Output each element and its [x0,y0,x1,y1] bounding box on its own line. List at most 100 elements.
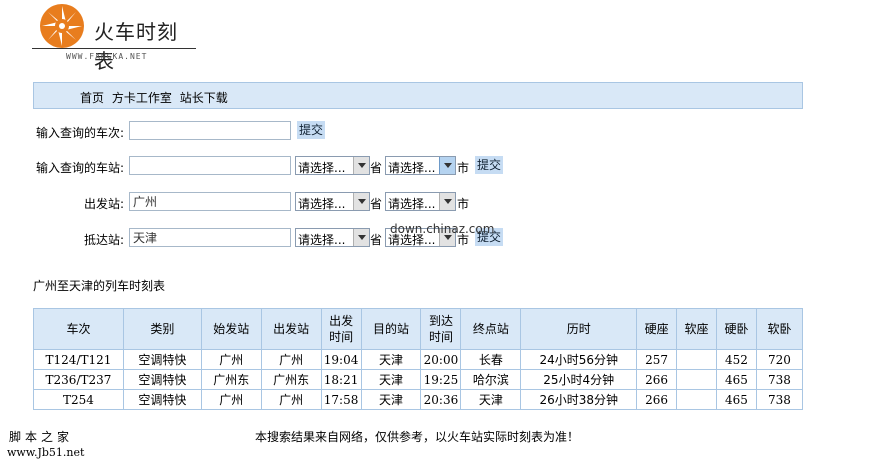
cell-depart-station: 广州 [260,349,322,370]
table-row: T236/T237 空调特快 广州东 广州东 18:21 天津 19:25 哈尔… [33,369,804,390]
corner-site-url[interactable]: www.Jb51.net [7,446,84,459]
arrive-station-input[interactable] [129,228,291,247]
corner-site-title: 脚本之家 [9,430,74,444]
cell-category: 空调特快 [122,349,202,370]
col-header-train-no: 车次 [33,308,124,350]
watermark-text: down.chinaz.com [390,222,495,236]
train-no-input[interactable] [129,121,291,140]
cell-duration: 26小时38分钟 [520,389,638,410]
train-no-label-wrap: 输入查询的车次: [0,121,124,141]
train-no-submit-button[interactable]: 提交 [297,121,326,139]
cell-destination: 天津 [360,389,422,410]
col-header-soft-sleeper: 软卧 [755,308,804,350]
depart-city-unit: 市 [457,197,470,211]
train-wheel-logo-icon [40,4,84,48]
col-header-duration: 历时 [520,308,638,350]
cell-depart-station: 广州东 [260,369,322,390]
col-header-hard-sleeper: 硬卧 [716,308,757,350]
logo-divider [32,48,196,49]
arrive-province-select[interactable]: 请选择... [295,228,370,247]
col-header-soft-seat: 软座 [676,308,717,350]
cell-arrive-time: 20:00 [420,349,462,370]
cell-soft-sleeper: 738 [755,369,804,390]
cell-terminus: 长春 [460,349,522,370]
station-city-unit: 市 [457,161,470,175]
col-header-origin: 始发站 [200,308,262,350]
arrive-label-wrap: 抵达站: [0,228,124,248]
cell-depart-station: 广州 [260,389,322,410]
cell-hard-sleeper: 465 [716,369,757,390]
cell-train-no: T254 [33,389,124,410]
nav-link-download[interactable]: 站长下载 [180,91,228,105]
cell-depart-time: 17:58 [320,389,362,410]
station-province-select-value: 请选择... [298,161,346,175]
chevron-down-icon [353,193,369,210]
col-header-depart-time: 出发 时间 [320,308,362,350]
station-province-unit: 省 [370,161,383,175]
cell-terminus: 哈尔滨 [460,369,522,390]
train-no-label: 输入查询的车次: [35,126,124,140]
cell-hard-sleeper: 452 [716,349,757,370]
cell-arrive-time: 20:36 [420,389,462,410]
cell-depart-time: 18:21 [320,369,362,390]
cell-origin: 广州 [200,349,262,370]
col-header-category: 类别 [122,308,202,350]
station-input[interactable] [129,156,291,175]
cell-hard-seat: 257 [636,349,678,370]
chevron-down-icon [353,157,369,174]
cell-terminus: 天津 [460,389,522,410]
cell-duration: 24小时56分钟 [520,349,638,370]
cell-arrive-time: 19:25 [420,369,462,390]
cell-hard-seat: 266 [636,389,678,410]
arrive-label: 抵达站: [83,233,124,247]
col-header-terminus: 终点站 [460,308,522,350]
cell-soft-sleeper: 720 [755,349,804,370]
depart-province-select[interactable]: 请选择... [295,192,370,211]
table-row: T124/T121 空调特快 广州 广州 19:04 天津 20:00 长春 2… [33,349,804,370]
col-header-destination: 目的站 [360,308,422,350]
station-province-select[interactable]: 请选择... [295,156,370,175]
station-city-select-value: 请选择... [388,161,436,175]
table-row: T254 空调特快 广州 广州 17:58 天津 20:36 天津 26小时38… [33,389,804,410]
cell-origin: 广州东 [200,369,262,390]
station-city-select[interactable]: 请选择... [385,156,456,175]
cell-soft-seat [676,389,717,410]
results-title: 广州至天津的列车时刻表 [33,279,166,293]
depart-province-unit: 省 [370,197,383,211]
cell-soft-seat [676,349,717,370]
arrive-province-unit: 省 [370,233,383,247]
col-header-arrive-time: 到达 时间 [420,308,462,350]
logo-title: 火车时刻表 [94,20,178,73]
nav-link-home[interactable]: 首页 [80,91,104,105]
chevron-down-icon [353,229,369,246]
nav-bar: 首页 方卡工作室 站长下载 [33,82,803,109]
cell-train-no: T124/T121 [33,349,124,370]
nav-link-studio[interactable]: 方卡工作室 [112,91,172,105]
cell-hard-seat: 266 [636,369,678,390]
depart-province-select-value: 请选择... [298,197,346,211]
cell-duration: 25小时4分钟 [520,369,638,390]
cell-depart-time: 19:04 [320,349,362,370]
station-label-wrap: 输入查询的车站: [0,156,124,176]
timetable: 车次 类别 始发站 出发站 出发 时间 目的站 到达 时间 终点站 历时 硬座 … [33,308,804,410]
depart-city-select-value: 请选择... [388,197,436,211]
logo-url: WWW.FANGKA.NET [66,52,148,61]
station-submit-button[interactable]: 提交 [475,156,504,174]
cell-destination: 天津 [360,369,422,390]
disclaimer-note: 本搜索结果来自网络，仅供参考，以火车站实际时刻表为准！ [255,430,580,444]
cell-category: 空调特快 [122,389,202,410]
cell-train-no: T236/T237 [33,369,124,390]
depart-city-select[interactable]: 请选择... [385,192,456,211]
depart-label-wrap: 出发站: [0,192,124,212]
arrive-province-select-value: 请选择... [298,233,346,247]
chevron-down-icon [439,157,455,174]
depart-station-input[interactable] [129,192,291,211]
station-label: 输入查询的车站: [35,161,124,175]
col-header-hard-seat: 硬座 [636,308,678,350]
cell-soft-sleeper: 738 [755,389,804,410]
cell-soft-seat [676,369,717,390]
cell-destination: 天津 [360,349,422,370]
chevron-down-icon [439,193,455,210]
site-logo[interactable]: 火车时刻表 WWW.FANGKA.NET [32,2,196,73]
nav-links: 首页 方卡工作室 站长下载 [80,89,232,106]
